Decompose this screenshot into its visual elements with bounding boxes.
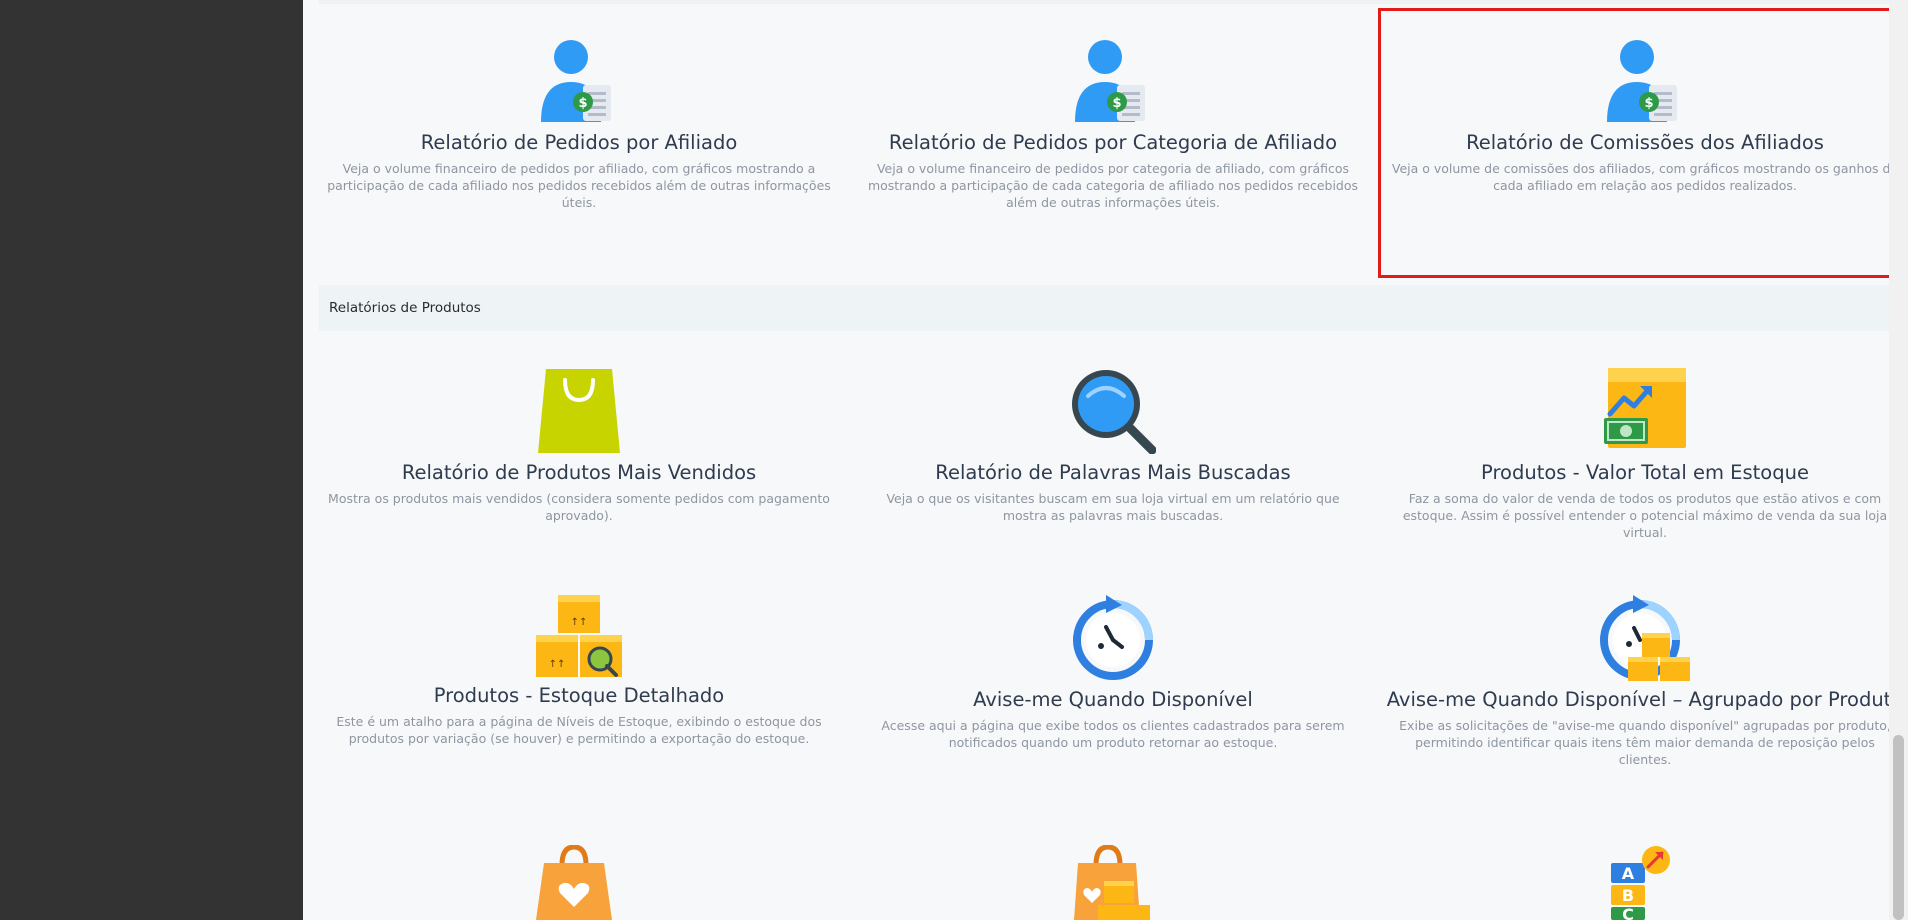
svg-text:$: $	[578, 96, 587, 111]
report-card-detailed-stock[interactable]: ↑↑ ↑↑ Produtos - Estoque Detalhado Este …	[319, 595, 839, 747]
boxes-search-icon: ↑↑ ↑↑	[536, 595, 622, 677]
report-card-affiliate-orders[interactable]: $ Relatório de Pedidos por Afiliado Veja…	[319, 40, 839, 211]
clock-refresh-icon	[1073, 595, 1153, 680]
report-description: Acesse aqui a página que exibe todos os …	[881, 718, 1345, 750]
left-sidebar	[0, 0, 303, 920]
report-description: Veja o volume financeiro de pedidos por …	[327, 161, 831, 210]
report-card-best-sellers[interactable]: Relatório de Produtos Mais Vendidos Most…	[319, 368, 839, 524]
report-title[interactable]: Avise-me Quando Disponível	[853, 689, 1373, 711]
svg-text:A: A	[1622, 864, 1635, 883]
affiliate-money-icon: $	[1075, 40, 1145, 122]
report-title[interactable]: Produtos - Valor Total em Estoque	[1385, 462, 1905, 484]
clock-boxes-icon	[1600, 595, 1690, 681]
section-header-products: Relatórios de Produtos	[319, 285, 1889, 331]
svg-text:C: C	[1622, 905, 1634, 920]
report-description: Este é um atalho para a página de Níveis…	[336, 714, 822, 746]
report-description: Veja o volume financeiro de pedidos por …	[867, 161, 1359, 210]
stock-value-box-icon	[1604, 368, 1686, 448]
svg-text:↑↑: ↑↑	[571, 617, 588, 628]
bag-boxes-icon[interactable]	[1070, 845, 1150, 920]
report-description: Mostra os produtos mais vendidos (consid…	[328, 491, 830, 523]
report-card-notify-grouped[interactable]: Avise-me Quando Disponível – Agrupado po…	[1385, 595, 1905, 768]
report-title[interactable]: Relatório de Pedidos por Categoria de Af…	[853, 132, 1373, 154]
report-description: Veja o que os visitantes buscam em sua l…	[886, 491, 1340, 523]
section-label: Relatórios de Produtos	[329, 300, 481, 316]
report-title[interactable]: Relatório de Pedidos por Afiliado	[319, 132, 839, 154]
heart-bag-icon[interactable]	[536, 845, 612, 920]
abc-trend-icon[interactable]: A B C	[1603, 845, 1673, 920]
svg-text:$: $	[1112, 96, 1121, 111]
vertical-scrollbar[interactable]	[1889, 0, 1908, 920]
report-card-top-searches[interactable]: Relatório de Palavras Mais Buscadas Veja…	[853, 368, 1373, 524]
shopping-bag-icon	[538, 369, 620, 453]
report-card-affiliate-category-orders[interactable]: $ Relatório de Pedidos por Categoria de …	[853, 40, 1373, 211]
highlight-box	[1378, 8, 1900, 278]
report-title[interactable]: Relatório de Produtos Mais Vendidos	[319, 462, 839, 484]
report-card-stock-value[interactable]: Produtos - Valor Total em Estoque Faz a …	[1385, 368, 1905, 541]
scrollbar-thumb[interactable]	[1893, 735, 1904, 920]
report-description: Exibe as solicitações de "avise-me quand…	[1399, 718, 1891, 767]
report-title[interactable]: Produtos - Estoque Detalhado	[319, 685, 839, 707]
svg-text:B: B	[1622, 886, 1634, 905]
affiliate-money-icon: $	[541, 40, 611, 122]
report-description: Faz a soma do valor de venda de todos os…	[1402, 491, 1888, 540]
report-title[interactable]: Relatório de Palavras Mais Buscadas	[853, 462, 1373, 484]
top-divider	[319, 0, 1889, 4]
svg-text:↑↑: ↑↑	[549, 659, 566, 670]
report-title[interactable]: Avise-me Quando Disponível – Agrupado po…	[1385, 689, 1905, 711]
report-card-notify-available[interactable]: Avise-me Quando Disponível Acesse aqui a…	[853, 595, 1373, 751]
magnifier-icon	[1072, 370, 1156, 454]
